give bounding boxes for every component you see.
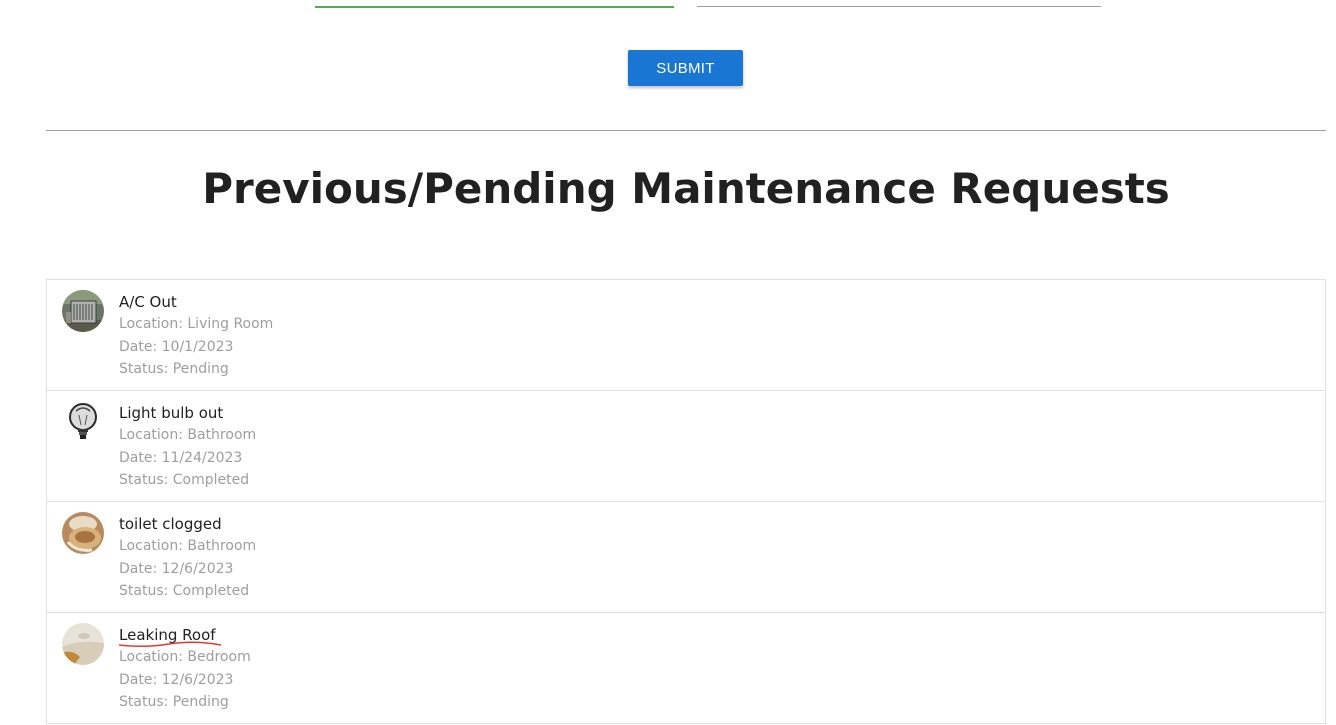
list-item[interactable]: Light bulb out Location: Bathroom Date: … bbox=[47, 391, 1325, 502]
request-date: Date: 10/1/2023 bbox=[119, 338, 234, 355]
request-date: Date: 11/24/2023 bbox=[119, 449, 243, 466]
submit-button[interactable]: SUBMIT bbox=[628, 50, 743, 86]
request-status: Status: Completed bbox=[119, 583, 250, 599]
request-title: Leaking Roof bbox=[119, 624, 221, 648]
list-item[interactable]: A/C Out Location: Living Room Date: 10/1… bbox=[47, 280, 1325, 391]
request-location: Location: Bedroom bbox=[119, 649, 251, 665]
request-title: A/C Out bbox=[119, 293, 177, 311]
request-status: Status: Pending bbox=[119, 694, 229, 710]
request-location: Location: Living Room bbox=[119, 316, 274, 332]
text-field-underline[interactable] bbox=[697, 6, 1101, 7]
roof-leak-photo-icon bbox=[62, 623, 104, 665]
section-divider bbox=[46, 130, 1326, 131]
spellcheck-underline bbox=[119, 641, 221, 648]
list-item[interactable]: Leaking Roof Location: Bedroom Date: 12/… bbox=[47, 613, 1325, 724]
maintenance-page: SUBMIT Previous/Pending Maintenance Requ… bbox=[0, 0, 1336, 725]
text-field-underline-active[interactable] bbox=[315, 6, 674, 8]
request-location: Location: Bathroom bbox=[119, 538, 257, 554]
request-status: Status: Pending bbox=[119, 361, 229, 377]
request-list: A/C Out Location: Living Room Date: 10/1… bbox=[46, 279, 1326, 724]
light-bulb-photo-icon bbox=[62, 401, 104, 443]
ac-unit-photo-icon bbox=[62, 290, 104, 332]
request-date: Date: 12/6/2023 bbox=[119, 560, 234, 577]
request-title: Light bulb out bbox=[119, 404, 224, 422]
request-status: Status: Completed bbox=[119, 472, 250, 488]
request-date: Date: 12/6/2023 bbox=[119, 671, 234, 688]
section-title: Previous/Pending Maintenance Requests bbox=[202, 164, 1170, 213]
request-location: Location: Bathroom bbox=[119, 427, 257, 443]
request-title: toilet clogged bbox=[119, 515, 222, 533]
toilet-photo-icon bbox=[62, 512, 104, 554]
list-item[interactable]: toilet clogged Location: Bathroom Date: … bbox=[47, 502, 1325, 613]
